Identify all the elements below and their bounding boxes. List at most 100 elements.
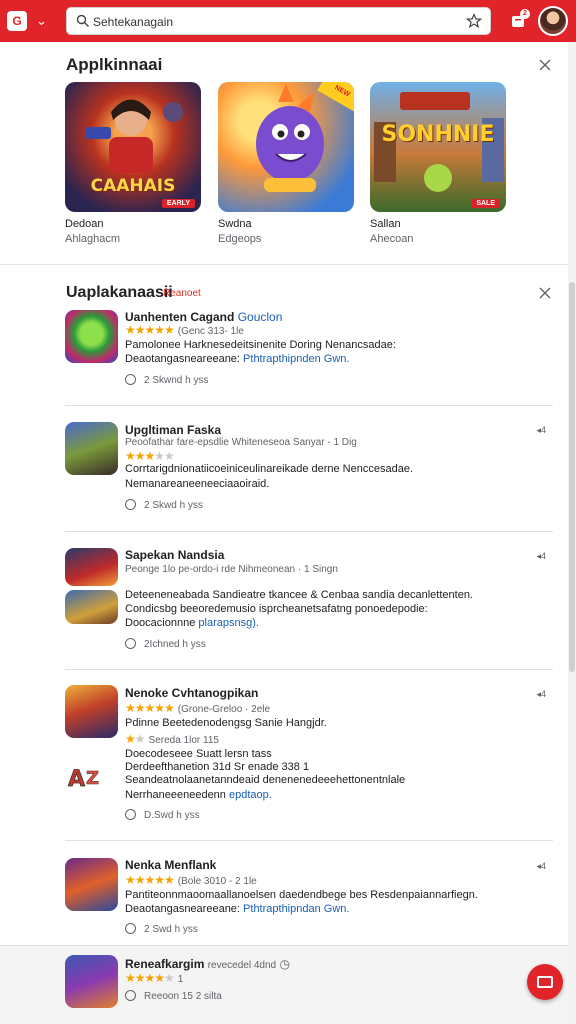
search-input[interactable]: Sehtekanagain — [66, 7, 491, 35]
star-rating: ★★★★★ — [125, 873, 175, 887]
notification-badge: 2 — [520, 9, 530, 19]
chevron-down-icon[interactable]: ⌄ — [36, 13, 47, 29]
clock-icon — [125, 990, 136, 1001]
featured-image: NEW — [218, 82, 354, 212]
featured-title: Applkinnaai — [66, 55, 163, 74]
app-description: Condicsbg beeoredemusio isprcheanetsafat… — [125, 603, 428, 615]
more-icon[interactable]: ◂4 — [536, 861, 546, 872]
app-logo-icon[interactable]: G — [7, 11, 27, 31]
app-description: Deaotangasneareeane: Pthtrapthipnden Gwn… — [125, 353, 350, 365]
heart-icon[interactable] — [125, 923, 136, 934]
likes-row[interactable]: 2 Skwd h yss — [125, 499, 203, 511]
app-icon — [65, 955, 118, 1008]
featured-banner-text: CAAHAIS — [90, 176, 176, 196]
app-logo-badge-icon: A Z — [68, 767, 100, 793]
message-icon — [537, 976, 553, 988]
app-name: Upgltiman Faska — [125, 423, 222, 437]
svg-text:Z: Z — [86, 768, 99, 789]
app-icon — [65, 422, 118, 475]
star-rating: ★★★★★ — [125, 701, 175, 715]
bottom-preview-bar[interactable]: Reneafkargim revecedel 4dnd ◷ ★★★★★ 1 Ree… — [0, 945, 568, 1024]
item-divider — [65, 531, 553, 532]
section-divider — [0, 264, 568, 265]
scrollbar-thumb[interactable] — [569, 282, 575, 672]
more-icon[interactable]: ◂4 — [536, 551, 546, 562]
app-description: Doecodeseee Suatt lersn tass — [125, 748, 272, 760]
more-icon[interactable]: ◂4 — [536, 425, 546, 436]
app-description: Pdinne Beetedenodengsg Sanie Hangjdr. — [125, 717, 327, 729]
app-name: Nenoke Cvhtanogpikan — [125, 686, 259, 700]
app-meta: Peoofathar fare-epsdlie Whiteneseoa Sany… — [125, 437, 357, 448]
app-description: Derdeefthanetion 31d Sr enade 338 1 — [125, 761, 310, 773]
close-icon[interactable] — [538, 58, 552, 72]
featured-tag: SALE — [471, 199, 500, 208]
app-name: Sapekan Nandsia — [125, 548, 225, 562]
featured-card[interactable]: CAAHAIS EARLY Dedoan Ahlaghacm — [65, 82, 201, 245]
scene-illustration — [374, 92, 504, 192]
item-divider — [65, 840, 553, 841]
featured-image: SONHNIE SALE — [370, 82, 506, 212]
search-text: Sehtekanagain — [93, 15, 174, 29]
star-rating: ★★★★★ — [125, 449, 175, 463]
app-name: Uanhenten Cagand Gouclon — [125, 310, 283, 324]
app-meta: ★★ Sereda 1lor 115 — [125, 732, 219, 746]
app-description: Deaotangasneareeane: Pthtrapthipndan Gwn… — [125, 903, 350, 915]
featured-tag: EARLY — [161, 199, 195, 208]
app-name: Nenka Menflank — [125, 858, 217, 872]
app-meta: ★★★★★ (Grone-Greloo · 2ele — [125, 701, 271, 715]
app-description: Pantiteonnmaoomaallanoelsen daedendbege … — [125, 889, 478, 901]
more-icon[interactable]: ◂4 — [536, 689, 546, 700]
app-icon — [65, 858, 118, 911]
svg-text:A: A — [68, 767, 85, 792]
likes-row[interactable]: 2 Skwnd h yss — [125, 374, 208, 386]
app-meta: Peonge 1lo pe-ordo-i rde Nihmeonean · 1 … — [125, 564, 338, 575]
item-divider — [65, 405, 553, 406]
updates-label: Reanoet — [163, 288, 201, 299]
app-description: Doocacionnne plarapsnsg). — [125, 617, 259, 629]
featured-card[interactable]: SONHNIE SALE Sallan Ahecoan — [370, 82, 506, 245]
app-meta: ★★★★★ (Genc 313- 1le — [125, 323, 244, 337]
character-illustration — [256, 84, 324, 192]
app-name: Reneafkargim revecedel 4dnd ◷ — [125, 957, 290, 971]
app-meta: Reeoon 15 2 silta — [125, 990, 222, 1002]
app-description: Pamolonee Harknesedeitsinenite Doring Ne… — [125, 339, 396, 351]
app-description: Corrtarigdnionatiicoeiniceulinareikade d… — [125, 463, 414, 475]
updates-title: Uaplakanaasii — [66, 284, 173, 301]
app-description: Seandeatnolaanetanndeaid denenenedeeehet… — [125, 774, 406, 786]
app-icon — [65, 685, 118, 738]
app-meta: ★★★★★ (Bole 3010 - 2 1le — [125, 873, 257, 887]
likes-row[interactable]: 2 Swd h yss — [125, 923, 198, 935]
likes-row[interactable]: D.Swd h yss — [125, 809, 200, 821]
app-description: Nerrhaneeeneedenn epdtaop. — [125, 789, 272, 801]
star-rating: ★★★★★ 1 — [125, 971, 184, 985]
app-description: Deteeneneabada Sandieatre tkancee & Cenb… — [125, 589, 473, 601]
heart-icon[interactable] — [125, 374, 136, 385]
heart-icon[interactable] — [125, 809, 136, 820]
search-icon — [76, 14, 89, 27]
app-screenshot — [65, 590, 118, 624]
featured-card[interactable]: NEW Swdna Edgeops — [218, 82, 354, 245]
clock-icon: ◷ — [279, 957, 290, 971]
bookmark-star-icon[interactable] — [466, 13, 482, 29]
app-description: Nemanareaneeneeciaaoiraid. — [125, 478, 270, 490]
featured-sub: Ahecoan — [370, 233, 414, 245]
heart-icon[interactable] — [125, 499, 136, 510]
close-icon[interactable] — [538, 286, 552, 300]
item-divider — [65, 669, 553, 670]
app-icon — [65, 548, 118, 586]
featured-image: CAAHAIS EARLY — [65, 82, 201, 212]
top-bar: G ⌄ Sehtekanagain 2 — [0, 0, 576, 42]
featured-name: Sallan — [370, 218, 401, 230]
featured-sub: Ahlaghacm — [65, 233, 121, 245]
avatar[interactable] — [538, 6, 568, 36]
featured-name: Dedoan — [65, 218, 104, 230]
floating-action-button[interactable] — [527, 964, 563, 1000]
featured-name: Swdna — [218, 218, 252, 230]
likes-row[interactable]: 2Ichned h yss — [125, 638, 206, 650]
heart-icon[interactable] — [125, 638, 136, 649]
featured-sub: Edgeops — [218, 233, 262, 245]
app-icon — [65, 310, 118, 363]
featured-banner-text: SONHNIE — [381, 122, 495, 147]
star-rating: ★★★★★ — [125, 323, 175, 337]
scrollbar[interactable] — [568, 42, 576, 1024]
